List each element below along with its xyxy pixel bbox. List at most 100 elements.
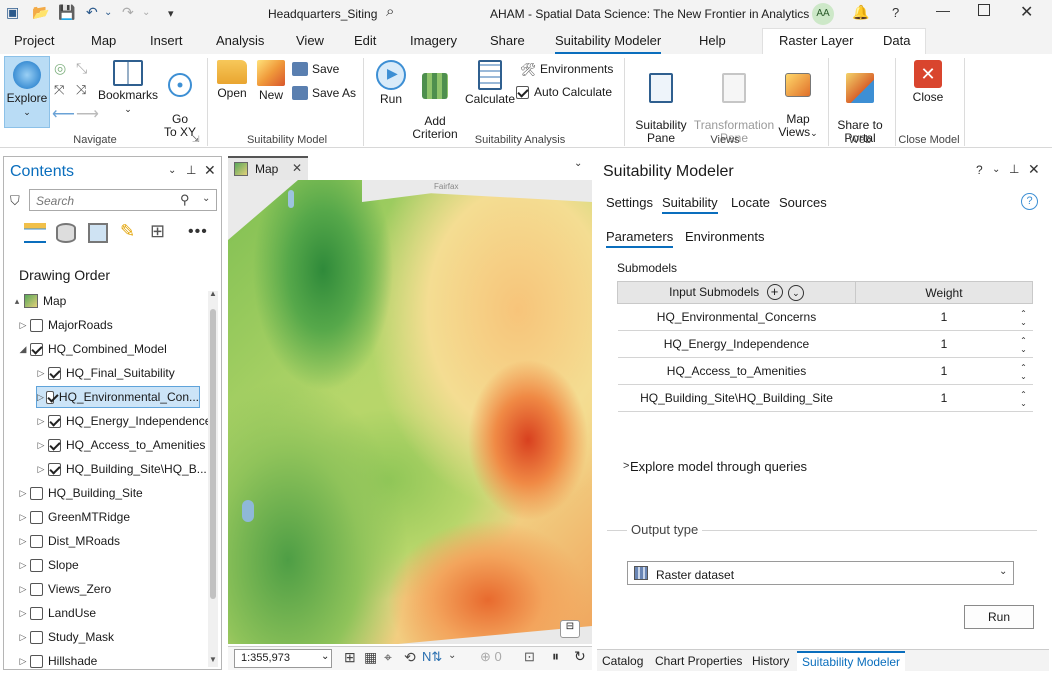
- output-type-dropdown-icon[interactable]: ⌄: [999, 566, 1007, 577]
- explore-button[interactable]: Explore ⌄: [4, 56, 50, 128]
- layer-row[interactable]: ▷ HQ_Building_Site\HQ_B...: [4, 458, 207, 480]
- north-dropdown-icon[interactable]: ⌄: [448, 650, 456, 661]
- tab-help[interactable]: Help: [699, 33, 726, 48]
- submodel-row[interactable]: HQ_Energy_Independence 1 ⌃ ⌄: [617, 330, 1033, 358]
- undo-dropdown-icon[interactable]: ⌄: [104, 7, 112, 18]
- rotate-icon[interactable]: ⟲: [404, 649, 416, 666]
- new-project-icon[interactable]: ▣: [6, 4, 19, 21]
- go-to-xy-button[interactable]: Go To XY: [160, 60, 200, 139]
- layer-row[interactable]: ▷ GreenMTRidge: [4, 506, 131, 528]
- close-window-icon[interactable]: ✕: [1020, 2, 1033, 22]
- layer-visibility-checkbox[interactable]: [30, 558, 43, 572]
- search-input[interactable]: Search ⚲ ⌄: [29, 189, 217, 211]
- layer-row[interactable]: ▷ HQ_Access_to_Amenities: [4, 434, 206, 456]
- expand-toggle-icon[interactable]: ▷: [18, 656, 28, 667]
- layer-visibility-checkbox[interactable]: [30, 342, 43, 356]
- scroll-up-icon[interactable]: ▲: [209, 289, 217, 298]
- tab-data[interactable]: Data: [883, 33, 910, 48]
- weight-spinner-icon[interactable]: ⌃ ⌄: [1019, 336, 1029, 354]
- scroll-down-icon[interactable]: ▼: [209, 655, 217, 664]
- tab-raster-layer[interactable]: Raster Layer: [779, 33, 853, 48]
- layer-visibility-checkbox[interactable]: [45, 390, 54, 404]
- zoom-in-fixed-icon[interactable]: ⤧: [54, 82, 64, 98]
- pane-menu-icon[interactable]: ⌄: [168, 165, 176, 176]
- tab-suitability-modeler[interactable]: Suitability Modeler: [555, 33, 662, 54]
- redo-icon[interactable]: ↷: [122, 4, 134, 21]
- calculate-button[interactable]: Calculate: [464, 60, 516, 106]
- layer-visibility-checkbox[interactable]: [48, 462, 61, 476]
- expand-toggle-icon[interactable]: ▷: [18, 512, 28, 523]
- tab-suitability[interactable]: Suitability: [662, 195, 718, 214]
- environments-button[interactable]: 🛠 Environments: [520, 62, 613, 77]
- weight-spinner-icon[interactable]: ⌃ ⌄: [1019, 363, 1029, 381]
- layer-visibility-checkbox[interactable]: [30, 654, 43, 668]
- redo-dropdown-icon[interactable]: ⌄: [142, 7, 150, 18]
- submodel-options-icon[interactable]: ⌄: [787, 285, 804, 301]
- refresh-icon[interactable]: ⊡: [524, 649, 535, 665]
- selection-count-icon[interactable]: ⊕ 0: [480, 649, 502, 665]
- navigate-launcher-icon[interactable]: ⇲: [192, 134, 200, 145]
- explore-queries-expander[interactable]: Explore model through queries: [630, 459, 807, 474]
- layer-row[interactable]: ▷ Dist_MRoads: [4, 530, 121, 552]
- map-canvas[interactable]: Fairfax ⊟: [228, 180, 592, 644]
- tab-edit[interactable]: Edit: [354, 33, 376, 48]
- list-by-drawing-order-icon[interactable]: [24, 223, 46, 243]
- contents-scrollbar[interactable]: ▲ ▼: [208, 289, 218, 667]
- expand-toggle-icon[interactable]: ▷: [37, 392, 44, 403]
- bookmarks-button[interactable]: Bookmarks ⌄: [98, 60, 158, 116]
- layer-row[interactable]: ▷ LandUse: [4, 602, 97, 624]
- scale-dropdown-icon[interactable]: ⌄: [321, 651, 329, 662]
- open-button[interactable]: Open: [212, 60, 252, 100]
- next-extent-icon[interactable]: ⟶: [76, 104, 99, 124]
- layer-row[interactable]: ▷ MajorRoads: [4, 314, 113, 336]
- close-map-tab-icon[interactable]: ✕: [292, 161, 302, 175]
- weight-cell[interactable]: 1 ⌃ ⌄: [855, 330, 1033, 358]
- expand-chevron-icon[interactable]: >: [623, 460, 629, 472]
- expand-toggle-icon[interactable]: ▴: [12, 296, 22, 307]
- help-icon[interactable]: ?: [892, 5, 899, 20]
- layer-visibility-checkbox[interactable]: [30, 318, 43, 332]
- submodel-row[interactable]: HQ_Environmental_Concerns 1 ⌃ ⌄: [617, 303, 1033, 331]
- layer-row[interactable]: ◢ HQ_Combined_Model: [4, 338, 167, 360]
- tab-locate[interactable]: Locate: [731, 195, 770, 210]
- close-pane-icon[interactable]: ✕: [1028, 161, 1040, 178]
- auto-calculate-checkbox[interactable]: Auto Calculate: [516, 85, 612, 99]
- expand-toggle-icon[interactable]: ▷: [18, 608, 28, 619]
- run-button[interactable]: ▶ Run: [372, 60, 410, 106]
- zoom-out-fixed-icon[interactable]: ⤨: [76, 82, 86, 98]
- tab-catalog[interactable]: Catalog: [602, 654, 643, 668]
- layer-row[interactable]: ▷ HQ_Environmental_Con...: [36, 386, 200, 408]
- layer-visibility-checkbox[interactable]: [30, 582, 43, 596]
- list-by-editing-icon[interactable]: ✎: [120, 221, 135, 242]
- more-options-icon[interactable]: •••: [188, 223, 208, 241]
- north-arrow-icon[interactable]: N⇅: [422, 649, 442, 665]
- layer-row[interactable]: ▴ Map: [4, 290, 66, 312]
- expand-toggle-icon[interactable]: ▷: [36, 416, 46, 427]
- expand-toggle-icon[interactable]: ▷: [18, 320, 28, 331]
- table-icon[interactable]: ▦: [364, 649, 377, 666]
- map-tab-list-icon[interactable]: ⌄: [574, 158, 582, 169]
- layer-visibility-checkbox[interactable]: [30, 606, 43, 620]
- tab-chart-properties[interactable]: Chart Properties: [655, 654, 742, 668]
- tab-suitability-modeler-pane[interactable]: Suitability Modeler: [797, 651, 906, 671]
- previous-extent-icon[interactable]: ⟵: [52, 104, 75, 124]
- full-extent-icon[interactable]: ◎: [54, 60, 66, 77]
- layer-row[interactable]: ▷ Study_Mask: [4, 626, 115, 648]
- info-help-icon[interactable]: ?: [1021, 193, 1038, 210]
- layer-visibility-checkbox[interactable]: [48, 438, 61, 452]
- map-tab[interactable]: Map ✕: [228, 156, 308, 180]
- tab-project[interactable]: Project: [14, 33, 54, 48]
- tab-settings[interactable]: Settings: [606, 195, 653, 210]
- layer-visibility-checkbox[interactable]: [48, 366, 61, 380]
- layer-visibility-checkbox[interactable]: [30, 510, 43, 524]
- tab-share[interactable]: Share: [490, 33, 525, 48]
- tab-analysis[interactable]: Analysis: [216, 33, 264, 48]
- grid-icon[interactable]: ⊞: [344, 649, 356, 666]
- auto-calculate-check[interactable]: [516, 85, 529, 99]
- weight-cell[interactable]: 1 ⌃ ⌄: [855, 357, 1033, 385]
- pin-icon[interactable]: ⊥: [186, 163, 196, 177]
- weight-cell[interactable]: 1 ⌃ ⌄: [855, 303, 1033, 331]
- pause-drawing-icon[interactable]: ⏸: [552, 648, 559, 665]
- expand-toggle-icon[interactable]: ▷: [18, 584, 28, 595]
- expand-toggle-icon[interactable]: ▷: [18, 632, 28, 643]
